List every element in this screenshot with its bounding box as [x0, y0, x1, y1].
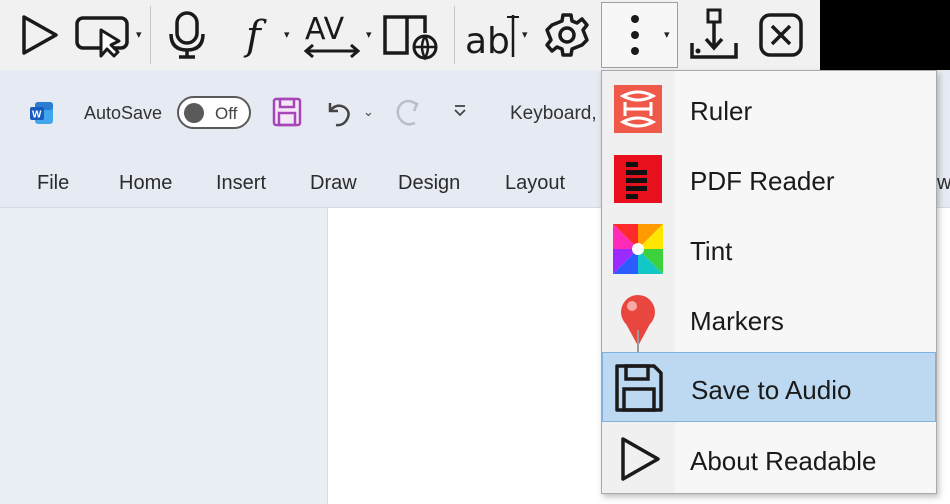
dictionary-globe-icon[interactable]: [378, 0, 444, 70]
tab-design[interactable]: Design: [398, 172, 460, 195]
marker-pin-icon: [613, 294, 663, 352]
menu-item-label: Tint: [690, 236, 733, 266]
toggle-knob: [184, 103, 204, 123]
settings-gear-icon[interactable]: [540, 0, 594, 70]
word-logo: W: [29, 100, 55, 126]
menu-item-label: PDF Reader: [690, 166, 835, 196]
menu-item-tint[interactable]: Tint: [602, 214, 936, 284]
microphone-icon[interactable]: [160, 0, 214, 70]
download-audio-icon[interactable]: [686, 0, 742, 70]
menu-item-ruler[interactable]: Ruler: [602, 74, 936, 144]
spacing-av-icon[interactable]: AV: [300, 0, 364, 70]
document-title: Keyboard,: [510, 103, 597, 124]
svg-text:W: W: [32, 110, 42, 121]
floppy-disk-icon: [614, 363, 664, 413]
menu-item-markers[interactable]: Markers: [602, 284, 936, 354]
select-play-dropdown[interactable]: ▾: [136, 28, 142, 41]
menu-item-save-to-audio[interactable]: Save to Audio: [602, 352, 936, 422]
tab-insert[interactable]: Insert: [216, 172, 266, 195]
tab-layout[interactable]: Layout: [505, 172, 565, 195]
text-dropdown[interactable]: ▾: [522, 28, 528, 41]
spacing-dropdown[interactable]: ▾: [366, 28, 372, 41]
play-outline-icon: [613, 434, 663, 484]
tab-home[interactable]: Home: [119, 172, 172, 195]
navigation-pane: [0, 208, 327, 504]
autosave-label: AutoSave: [84, 103, 163, 123]
menu-item-label: Markers: [690, 306, 784, 336]
pdf-reader-icon: [613, 154, 663, 204]
undo-icon[interactable]: [324, 99, 354, 132]
text-ab-icon[interactable]: ab: [460, 0, 524, 70]
redo-icon[interactable]: [392, 97, 424, 134]
tab-view-partial[interactable]: w: [937, 172, 950, 195]
more-vertical-icon[interactable]: [610, 0, 660, 70]
svg-text:ab: ab: [465, 21, 510, 62]
ruler-icon: [613, 84, 663, 134]
undo-dropdown[interactable]: ⌄: [363, 104, 374, 120]
tab-file[interactable]: File: [37, 172, 69, 195]
autosave-toggle[interactable]: Off: [177, 96, 251, 129]
more-menu: Ruler PDF Reader Tint Markers Save to Au…: [601, 70, 937, 494]
customize-qat-icon[interactable]: [452, 104, 468, 123]
svg-text:AV: AV: [305, 12, 345, 47]
math-f-icon[interactable]: f: [234, 0, 278, 70]
separator: [150, 6, 151, 64]
menu-item-label: Ruler: [690, 96, 753, 126]
close-icon[interactable]: [754, 0, 808, 70]
autosave-state: Off: [215, 104, 238, 123]
toolbar-black-area: [820, 0, 950, 70]
play-icon[interactable]: [12, 0, 66, 70]
more-dropdown[interactable]: ▾: [664, 28, 670, 41]
menu-item-about-readable[interactable]: About Readable: [602, 424, 936, 494]
select-play-icon[interactable]: [72, 0, 134, 70]
save-icon[interactable]: [272, 97, 302, 132]
menu-item-label: Save to Audio: [691, 375, 852, 405]
readable-toolbar: ▾ f ▾ AV ▾ ab ▾ ▾: [0, 0, 950, 70]
tab-draw[interactable]: Draw: [310, 172, 357, 195]
math-dropdown[interactable]: ▾: [284, 28, 290, 41]
menu-item-label: About Readable: [690, 446, 877, 476]
separator: [454, 6, 455, 64]
tint-icon: [613, 224, 663, 274]
svg-text:f: f: [243, 13, 267, 59]
menu-item-pdf-reader[interactable]: PDF Reader: [602, 144, 936, 214]
